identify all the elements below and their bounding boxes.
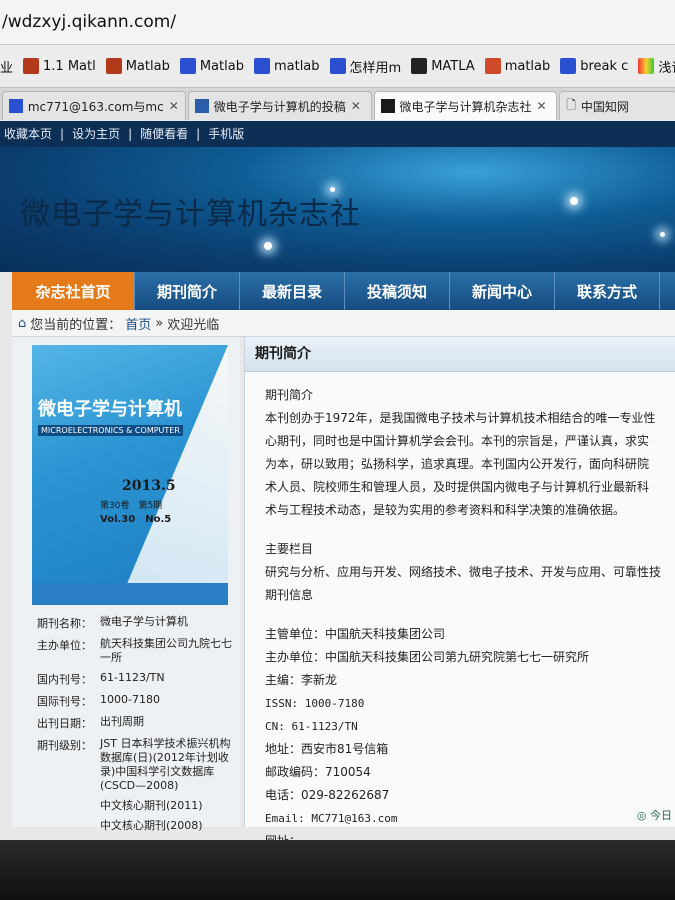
paw-icon — [329, 58, 346, 74]
random-browse-link[interactable]: 随便看看 — [140, 121, 188, 147]
columns-list: 研究与分析、应用与开发、网络技术、微电子技术、开发与应用、可靠性技 — [265, 565, 662, 579]
paw-icon — [179, 58, 196, 74]
sparkle — [570, 197, 578, 205]
close-icon[interactable]: ✕ — [537, 99, 547, 113]
browser-screen: /wdzxyj.qikann.com/ 业 1.1 Matl Matlab Ma… — [0, 0, 675, 840]
bookmark-item[interactable]: MATLA — [411, 58, 475, 74]
close-icon[interactable]: ✕ — [169, 99, 179, 113]
home-icon: ⌂ — [18, 315, 27, 331]
bookmark-item[interactable]: 1.1 Matl — [23, 58, 96, 74]
panel-body: 期刊简介 本刊创办于1972年，是我国微电子技术与计算机技术相结合的唯一专业性 … — [245, 372, 675, 840]
mobile-link[interactable]: 手机版 — [208, 121, 244, 147]
paw-icon — [9, 99, 23, 113]
breadcrumb: ⌂ 您当前的位置： 首页 » 欢迎光临 — [12, 310, 675, 337]
info-row: 中文核心期刊(2008) — [100, 819, 203, 832]
breadcrumb-home-link[interactable]: 首页 — [125, 314, 151, 333]
info-row: 国内刊号： 61-1123/TN — [37, 671, 165, 686]
tab-strip: mc771@163.com与mc ✕ 微电子学与计算机的投稿 ✕ 微电子学与计算机杂… — [0, 88, 675, 120]
browser-tab[interactable]: 微电子学与计算机的投稿 ✕ — [187, 91, 372, 120]
sparkle — [660, 232, 665, 237]
info-row: 主办单位： 航天科技集团公司九院七七一所 — [37, 637, 232, 664]
journal-info-list: 期刊名称： 微电子学与计算机 主办单位： 航天科技集团公司九院七七一所 国内刊号： 6… — [12, 615, 240, 839]
page-icon: 🗋 — [566, 97, 576, 112]
intro-line: 心期刊，同时也是中国计算机学会会刊。本刊的宗旨是，严谨认真，求实 — [265, 434, 650, 448]
bookmark-item[interactable]: 业 — [0, 57, 13, 76]
main-nav: 杂志社首页 期刊简介 最新目录 投稿须知 新闻中心 联系方式 — [12, 272, 675, 310]
cover-volume-en: Vol.30 No.5 — [100, 514, 172, 525]
flag-icon — [484, 58, 501, 74]
cover-title: 微电子学与计算机 — [38, 399, 182, 420]
detail-line: 邮政编码：710054 — [265, 765, 371, 779]
sparkle — [264, 242, 272, 250]
monitor-bezel — [0, 840, 675, 900]
bookmark-item[interactable]: 浅谈图像 — [638, 57, 675, 76]
bookmark-item[interactable]: matlab — [484, 58, 550, 74]
circle-icon: ◎ — [636, 809, 647, 822]
intro-line: 术与工程技术动态，是较为实用的参考资料和科学决策的准确依据。 — [265, 503, 626, 517]
sparkle — [330, 187, 335, 192]
site-title: 微电子学与计算机杂志社 — [20, 197, 361, 232]
detail-line: ISSN: 1000-7180 — [265, 697, 365, 710]
bookmark-b-icon — [411, 58, 428, 74]
add-favorite-link[interactable]: 收藏本页 — [4, 121, 52, 147]
bookmarks-bar: 业 1.1 Matl Matlab Matlab matlab 怎样用m MAT… — [0, 45, 675, 88]
browser-tab-active[interactable]: 微电子学与计算机杂志社 ✕ — [373, 91, 558, 120]
intro-label: 期刊简介 — [265, 388, 314, 402]
intro-line: 术人员、院校师生和管理人员，及时提供国内微电子与计算机行业最新科 — [265, 480, 650, 494]
cover-year: 2013.5 — [122, 478, 176, 494]
matlab-icon — [23, 58, 40, 74]
info-row: 期刊名称： 微电子学与计算机 — [37, 615, 188, 630]
detail-line: 网址： — [265, 830, 675, 840]
nav-latest[interactable]: 最新目录 — [240, 272, 345, 310]
columns-title: 主要栏目 — [265, 542, 314, 556]
address-bar[interactable]: /wdzxyj.qikann.com/ — [0, 0, 675, 45]
url-text[interactable]: /wdzxyj.qikann.com/ — [2, 12, 176, 32]
detail-line: 地址：西安市81号信箱 — [265, 742, 389, 756]
cover-english-title: MICROELECTRONICS & COMPUTER — [38, 425, 183, 436]
site-banner: 微电子学与计算机杂志社 — [0, 147, 675, 272]
site-topbar: 收藏本页 | 设为主页 | 随便看看 | 手机版 — [0, 121, 675, 147]
nav-submission[interactable]: 投稿须知 — [345, 272, 450, 310]
intro-line: 本刊创办于1972年，是我国微电子技术与计算机技术相结合的唯一专业性 — [265, 411, 656, 425]
today-badge[interactable]: ◎ 今日 — [637, 807, 672, 823]
bookmark-item[interactable]: Matlab — [179, 58, 244, 74]
detail-line: 主管单位：中国航天科技集团公司 — [265, 627, 446, 641]
browser-tab[interactable]: 🗋 中国知网 — [559, 91, 675, 120]
matlab-icon — [105, 58, 122, 74]
bookmark-item[interactable]: 怎样用m — [329, 57, 401, 76]
cover-decoration — [118, 345, 228, 605]
panel-heading: 期刊简介 — [245, 337, 675, 372]
intro-line: 为本，研以致用；弘扬科学，追求真理。本刊国内公开发行，面向科研院 — [265, 457, 650, 471]
journal-sidebar: 微电子学与计算机 MICROELECTRONICS & COMPUTER 201… — [12, 337, 240, 832]
grid-icon — [194, 99, 209, 113]
nav-home[interactable]: 杂志社首页 — [12, 272, 135, 310]
close-icon[interactable]: ✕ — [351, 99, 361, 113]
email-line[interactable]: Email: MC771@163.com — [265, 807, 675, 830]
content-panel: 期刊简介 期刊简介 本刊创办于1972年，是我国微电子技术与计算机技术相结合的唯… — [244, 337, 675, 840]
detail-line: 主编：李新龙 — [265, 673, 338, 687]
bookmark-item[interactable]: break c — [560, 58, 628, 74]
paw-icon — [560, 58, 577, 74]
colorful-icon — [638, 58, 655, 74]
cover-bottom-bar — [32, 583, 228, 605]
info-title: 期刊信息 — [265, 588, 314, 602]
site-icon — [380, 99, 395, 113]
nav-news[interactable]: 新闻中心 — [450, 272, 555, 310]
bookmark-item[interactable]: Matlab — [105, 58, 170, 74]
bookmark-item[interactable]: matlab — [253, 58, 320, 74]
info-row: 出刊日期： 出刊周期 — [37, 715, 144, 730]
set-homepage-link[interactable]: 设为主页 — [72, 121, 120, 147]
browser-tab[interactable]: mc771@163.com与mc ✕ — [2, 91, 186, 120]
detail-line: 主办单位：中国航天科技集团公司第九研究院第七七一研究所 — [265, 650, 590, 664]
info-row: 国际刊号： 1000-7180 — [37, 693, 160, 708]
info-row: 中文核心期刊(2011) — [100, 799, 203, 812]
nav-about[interactable]: 期刊简介 — [135, 272, 240, 310]
detail-line: 电话：029-82262687 — [265, 788, 390, 802]
info-row: 期刊级别： JST 日本科学技术振兴机构数据库(日)(2012年计划收录)中国科学… — [37, 737, 231, 792]
nav-contact[interactable]: 联系方式 — [555, 272, 660, 310]
detail-line: CN: 61-1123/TN — [265, 720, 358, 733]
paw-icon — [253, 58, 270, 74]
journal-cover-image[interactable]: 微电子学与计算机 MICROELECTRONICS & COMPUTER 201… — [32, 345, 228, 605]
